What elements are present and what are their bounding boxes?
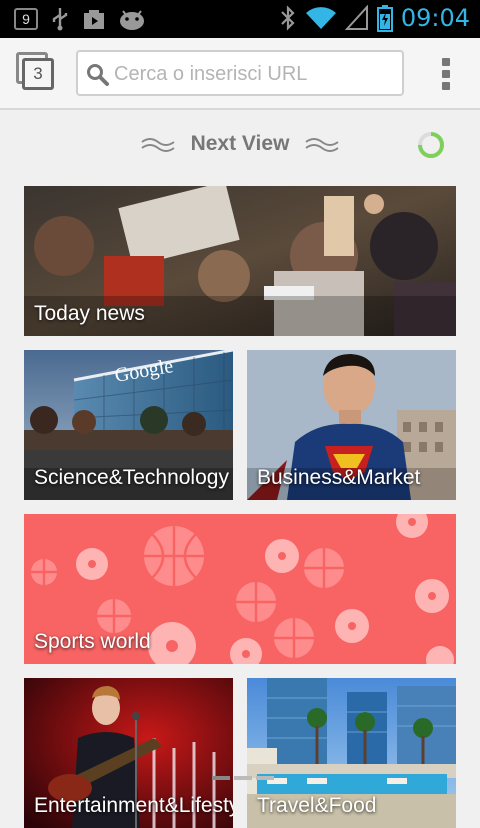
tile-travel-food[interactable]: Travel&Food	[247, 678, 456, 828]
page-indicator	[212, 776, 274, 780]
overflow-menu-button[interactable]	[436, 58, 456, 90]
play-store-icon	[84, 10, 104, 29]
tile-label: Entertainment&Lifestyle	[34, 794, 233, 817]
page-dot	[234, 776, 252, 780]
search-icon	[87, 64, 109, 86]
page-dot	[256, 776, 274, 780]
status-bar: 9 09:04	[0, 0, 480, 38]
tab-count: 3	[22, 58, 54, 90]
next-view-title: Next View	[190, 132, 290, 155]
tile-today-news[interactable]: Today news	[24, 186, 456, 336]
next-view-header: Next View	[0, 128, 480, 164]
menu-dot-icon	[442, 82, 450, 90]
tile-science-technology[interactable]: Google Science&Technology	[24, 350, 233, 500]
tile-label: Science&Technology	[34, 466, 229, 489]
browser-toolbar: 3	[0, 38, 480, 110]
signal-icon	[344, 5, 368, 30]
page-dot	[212, 776, 230, 780]
tile-sports-world[interactable]: Sports world	[24, 514, 456, 664]
tile-label: Sports world	[34, 630, 151, 653]
usb-icon	[52, 8, 68, 31]
menu-dot-icon	[442, 58, 450, 66]
loading-spinner-icon	[418, 132, 444, 158]
wifi-icon	[305, 7, 336, 30]
url-input[interactable]	[114, 58, 394, 90]
wave-ornament-right-icon	[305, 138, 339, 152]
notification-badge: 9	[14, 8, 38, 30]
tabs-button[interactable]: 3	[16, 52, 56, 92]
tile-label: Today news	[34, 302, 145, 325]
tile-label: Travel&Food	[257, 794, 377, 817]
tile-entertainment-lifestyle[interactable]: Entertainment&Lifestyle	[24, 678, 233, 828]
android-debug-icon	[120, 10, 144, 30]
tile-label: Business&Market	[257, 466, 421, 489]
menu-dot-icon	[442, 70, 450, 78]
url-bar[interactable]	[76, 50, 404, 96]
tile-business-market[interactable]: Business&Market	[247, 350, 456, 500]
battery-icon	[376, 5, 393, 32]
clock: 09:04	[400, 4, 470, 32]
bluetooth-icon	[281, 5, 295, 31]
